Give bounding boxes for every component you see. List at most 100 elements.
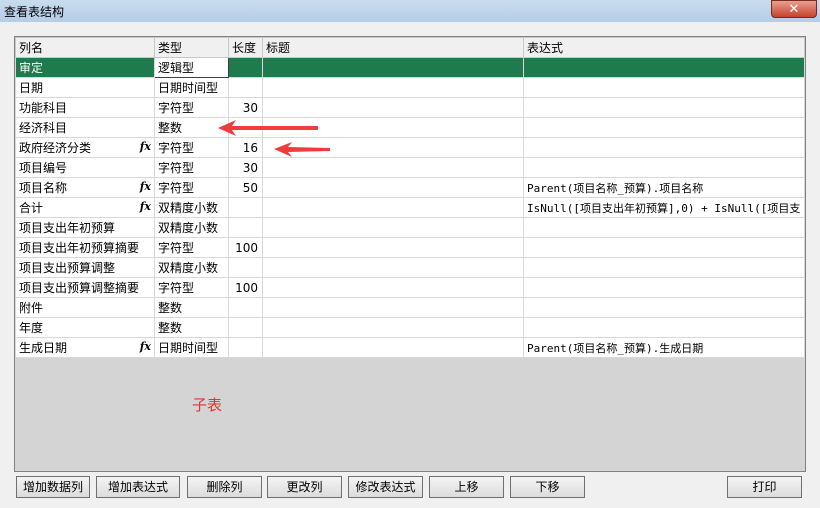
col-header-type[interactable]: 类型 [154, 37, 229, 58]
column-type-cell[interactable]: 字符型 [154, 177, 229, 198]
col-header-expression[interactable]: 表达式 [523, 37, 805, 58]
column-caption-cell[interactable] [262, 337, 524, 358]
table-row[interactable]: 项目支出预算调整摘要 字符型 100 [15, 277, 805, 298]
close-button[interactable]: ✕ [771, 0, 817, 18]
col-header-caption[interactable]: 标题 [262, 37, 524, 58]
column-name-cell[interactable]: 生成日期 fx [15, 337, 155, 358]
column-expression-cell[interactable] [523, 117, 805, 138]
column-type-cell[interactable]: 字符型 [154, 97, 229, 118]
column-name-cell[interactable]: 日期 [15, 77, 155, 98]
table-row[interactable]: 政府经济分类 fx 字符型 16 [15, 137, 805, 158]
table-row[interactable]: 附件 整数 [15, 297, 805, 318]
column-type-cell[interactable]: 整数 [154, 317, 229, 338]
column-caption-cell[interactable] [262, 257, 524, 278]
column-expression-cell[interactable] [523, 77, 805, 98]
add-expression-button[interactable]: 增加表达式 [96, 476, 180, 498]
change-column-button[interactable]: 更改列 [267, 476, 342, 498]
column-name-cell[interactable]: 政府经济分类 fx [15, 137, 155, 158]
column-expression-cell[interactable] [523, 57, 805, 78]
column-length-cell[interactable] [228, 77, 263, 98]
column-expression-cell[interactable]: IsNull([项目支出年初预算],0) + IsNull([项目支 [523, 197, 805, 218]
column-expression-cell[interactable]: Parent(项目名称_预算).项目名称 [523, 177, 805, 198]
edit-expression-button[interactable]: 修改表达式 [348, 476, 423, 498]
column-expression-cell[interactable] [523, 217, 805, 238]
column-type-cell[interactable]: 日期时间型 [154, 77, 229, 98]
column-expression-cell[interactable] [523, 317, 805, 338]
table-row[interactable]: 项目支出年初预算摘要 字符型 100 [15, 237, 805, 258]
column-caption-cell[interactable] [262, 177, 524, 198]
col-header-name[interactable]: 列名 [15, 37, 155, 58]
column-type-cell[interactable]: 字符型 [154, 157, 229, 178]
move-down-button[interactable]: 下移 [510, 476, 585, 498]
column-name-cell[interactable]: 项目支出年初预算摘要 [15, 237, 155, 258]
column-name-cell[interactable]: 项目编号 [15, 157, 155, 178]
column-length-cell[interactable] [228, 57, 263, 78]
table-row[interactable]: 功能科目 字符型 30 [15, 97, 805, 118]
column-name-cell[interactable]: 功能科目 [15, 97, 155, 118]
column-name-cell[interactable]: 审定 [15, 57, 155, 78]
column-type-cell[interactable]: 双精度小数 [154, 217, 229, 238]
column-type-cell[interactable]: 整数 [154, 297, 229, 318]
column-caption-cell[interactable] [262, 317, 524, 338]
column-type-cell[interactable]: 日期时间型 [154, 337, 229, 358]
column-caption-cell[interactable] [262, 237, 524, 258]
column-name-cell[interactable]: 项目支出预算调整 [15, 257, 155, 278]
table-row[interactable]: 生成日期 fx 日期时间型 Parent(项目名称_预算).生成日期 [15, 337, 805, 358]
column-name-cell[interactable]: 项目支出预算调整摘要 [15, 277, 155, 298]
delete-column-button[interactable]: 删除列 [187, 476, 262, 498]
column-caption-cell[interactable] [262, 277, 524, 298]
column-type-cell[interactable]: 字符型 [154, 137, 229, 158]
move-up-button[interactable]: 上移 [429, 476, 504, 498]
column-length-cell[interactable] [228, 317, 263, 338]
column-expression-cell[interactable] [523, 237, 805, 258]
add-data-column-button[interactable]: 增加数据列 [16, 476, 90, 498]
column-length-cell[interactable]: 50 [228, 177, 263, 198]
column-expression-cell[interactable] [523, 97, 805, 118]
column-caption-cell[interactable] [262, 97, 524, 118]
column-name-cell[interactable]: 附件 [15, 297, 155, 318]
column-expression-cell[interactable] [523, 157, 805, 178]
column-caption-cell[interactable] [262, 77, 524, 98]
column-name-cell[interactable]: 合计 fx [15, 197, 155, 218]
column-expression-cell[interactable] [523, 277, 805, 298]
column-name-cell[interactable]: 年度 [15, 317, 155, 338]
column-type-cell[interactable]: 双精度小数 [154, 197, 229, 218]
column-length-cell[interactable] [228, 257, 263, 278]
column-length-cell[interactable] [228, 217, 263, 238]
column-type-cell[interactable]: 字符型 [154, 277, 229, 298]
table-row[interactable]: 项目编号 字符型 30 [15, 157, 805, 178]
column-length-cell[interactable]: 16 [228, 137, 263, 158]
table-row[interactable]: 合计 fx 双精度小数 IsNull([项目支出年初预算],0) + IsNull([… [15, 197, 805, 218]
column-type-cell[interactable]: 双精度小数 [154, 257, 229, 278]
print-button[interactable]: 打印 [727, 476, 802, 498]
column-caption-cell[interactable] [262, 157, 524, 178]
column-expression-cell[interactable] [523, 137, 805, 158]
column-name-cell[interactable]: 经济科目 [15, 117, 155, 138]
column-caption-cell[interactable] [262, 57, 524, 78]
table-row[interactable]: 项目支出预算调整 双精度小数 [15, 257, 805, 278]
column-caption-cell[interactable] [262, 197, 524, 218]
column-type-cell[interactable]: 字符型 [154, 237, 229, 258]
table-row[interactable]: 审定 逻辑型 [15, 57, 805, 78]
column-caption-cell[interactable] [262, 297, 524, 318]
table-row[interactable]: 经济科目 整数 [15, 117, 805, 138]
col-header-length[interactable]: 长度 [228, 37, 263, 58]
table-row[interactable]: 项目名称 fx 字符型 50 Parent(项目名称_预算).项目名称 [15, 177, 805, 198]
column-length-cell[interactable]: 30 [228, 97, 263, 118]
column-name-cell[interactable]: 项目名称 fx [15, 177, 155, 198]
column-length-cell[interactable] [228, 337, 263, 358]
column-length-cell[interactable]: 100 [228, 277, 263, 298]
column-length-cell[interactable]: 100 [228, 237, 263, 258]
structure-grid[interactable]: 列名 类型 长度 标题 表达式 审定 逻辑型 日期 日期时间型 功能科目 字符型 30 经济科… [14, 36, 806, 472]
column-length-cell[interactable] [228, 297, 263, 318]
column-expression-cell[interactable]: Parent(项目名称_预算).生成日期 [523, 337, 805, 358]
table-row[interactable]: 项目支出年初预算 双精度小数 [15, 217, 805, 238]
table-row[interactable]: 日期 日期时间型 [15, 77, 805, 98]
column-length-cell[interactable] [228, 197, 263, 218]
column-expression-cell[interactable] [523, 257, 805, 278]
column-type-cell[interactable]: 逻辑型 [154, 57, 229, 78]
column-name-cell[interactable]: 项目支出年初预算 [15, 217, 155, 238]
table-row[interactable]: 年度 整数 [15, 317, 805, 338]
column-length-cell[interactable]: 30 [228, 157, 263, 178]
column-expression-cell[interactable] [523, 297, 805, 318]
